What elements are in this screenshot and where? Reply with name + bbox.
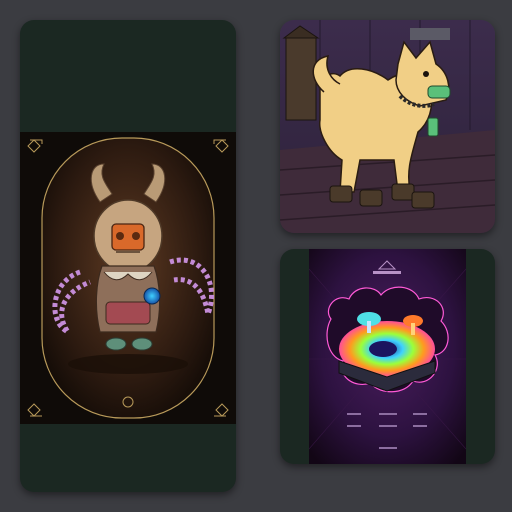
shiba-dog-art [280, 20, 495, 233]
gallery-grid [0, 0, 512, 512]
psychedelic-landscape-card[interactable] [280, 249, 495, 464]
psychedelic-art [309, 249, 466, 464]
shiba-dog-card[interactable] [280, 20, 495, 233]
owl-creature-card[interactable] [20, 20, 236, 492]
owl-creature-art [20, 132, 236, 424]
